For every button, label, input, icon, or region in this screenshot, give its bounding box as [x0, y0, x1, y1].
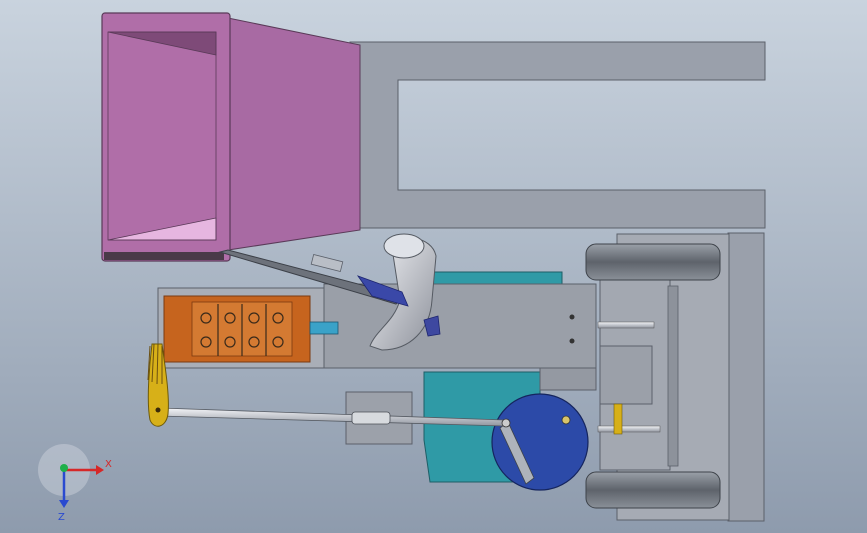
yellow-gear	[613, 403, 623, 435]
body-screw-2	[569, 338, 575, 344]
body-screw-1	[569, 314, 575, 320]
rod-sleeve	[351, 411, 391, 425]
z-axis-label: Z	[58, 512, 65, 523]
model-view: X Z	[0, 0, 867, 533]
gearbox	[599, 345, 653, 405]
axle-rod-bottom	[597, 425, 661, 433]
main-body	[323, 283, 597, 369]
hopper-teeth	[104, 252, 224, 260]
motor-shaft	[309, 321, 339, 335]
main-body-lower	[539, 367, 597, 391]
elbow-pipe-mouth	[383, 233, 425, 259]
y-axis-dot	[60, 464, 68, 472]
wheel-top	[585, 243, 721, 281]
frame-vertical-post	[727, 232, 765, 522]
rod-end-pin	[501, 418, 511, 428]
x-axis-label: X	[105, 459, 112, 470]
brush-pivot	[155, 407, 161, 413]
hopper-side	[227, 17, 361, 251]
cad-viewport[interactable]: X Z	[0, 0, 867, 533]
wheel-bottom	[585, 471, 721, 509]
axle-rod-top	[597, 321, 655, 329]
axle-bearing	[667, 285, 679, 467]
crank-hub	[561, 415, 571, 425]
